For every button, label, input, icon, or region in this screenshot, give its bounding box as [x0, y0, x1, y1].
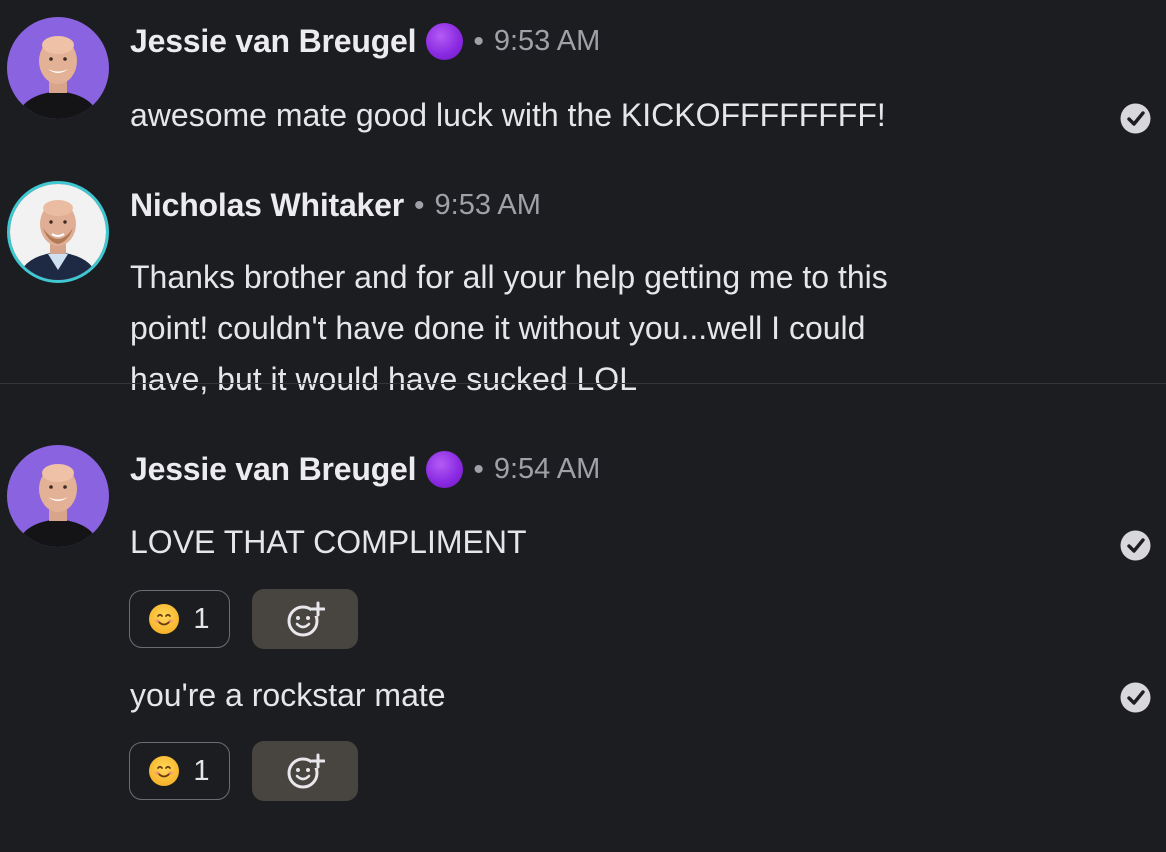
- message-timestamp[interactable]: 9:53 AM: [435, 189, 541, 222]
- message-line: you're a rockstar mate: [130, 677, 446, 713]
- message-header: Nicholas Whitaker • 9:53 AM: [130, 187, 541, 224]
- check-circle-icon: [1120, 103, 1151, 134]
- add-reaction-icon: [287, 753, 325, 789]
- status-dot-icon: [426, 23, 464, 60]
- message-line: point! couldn't have done it without you…: [130, 310, 866, 346]
- avatar-jessie[interactable]: [7, 445, 109, 547]
- add-reaction-icon: [287, 601, 325, 637]
- message-header: Jessie van Breugel • 9:53 AM: [130, 23, 600, 60]
- chat-thread: Jessie van Breugel • 9:53 AM awesome mat…: [0, 0, 1166, 852]
- header-separator: •: [473, 24, 484, 58]
- message-line: LOVE THAT COMPLIMENT: [130, 524, 527, 560]
- message-line: Thanks brother and for all your help get…: [130, 259, 888, 295]
- reaction-count: 1: [193, 754, 210, 787]
- status-dot-icon: [426, 451, 464, 488]
- header-separator: •: [414, 188, 425, 222]
- author-name[interactable]: Jessie van Breugel: [130, 23, 417, 60]
- avatar-jessie[interactable]: [7, 17, 109, 119]
- message-timestamp[interactable]: 9:54 AM: [494, 453, 600, 486]
- smiling-face-icon: [149, 756, 180, 786]
- message-line: awesome mate good luck with the KICKOFFF…: [130, 97, 886, 133]
- message-text: you're a rockstar mate: [130, 670, 446, 721]
- header-separator: •: [473, 452, 484, 486]
- reaction-pill[interactable]: 1: [129, 590, 230, 648]
- add-reaction-button[interactable]: [252, 589, 358, 649]
- message-timestamp[interactable]: 9:53 AM: [494, 25, 600, 58]
- message-text: LOVE THAT COMPLIMENT: [130, 517, 527, 568]
- avatar-nicholas[interactable]: [7, 181, 109, 283]
- add-reaction-button[interactable]: [252, 741, 358, 801]
- message-text: awesome mate good luck with the KICKOFFF…: [130, 90, 886, 141]
- message-line: have, but it would have sucked LOL: [130, 361, 637, 397]
- check-circle-icon: [1120, 530, 1151, 561]
- author-name[interactable]: Nicholas Whitaker: [130, 187, 404, 224]
- author-name[interactable]: Jessie van Breugel: [130, 451, 417, 488]
- message-header: Jessie van Breugel • 9:54 AM: [130, 451, 600, 488]
- divider: [0, 383, 1166, 384]
- reaction-count: 1: [193, 602, 210, 635]
- smiling-face-icon: [149, 604, 180, 634]
- reaction-pill[interactable]: 1: [129, 742, 230, 800]
- check-circle-icon: [1120, 682, 1151, 713]
